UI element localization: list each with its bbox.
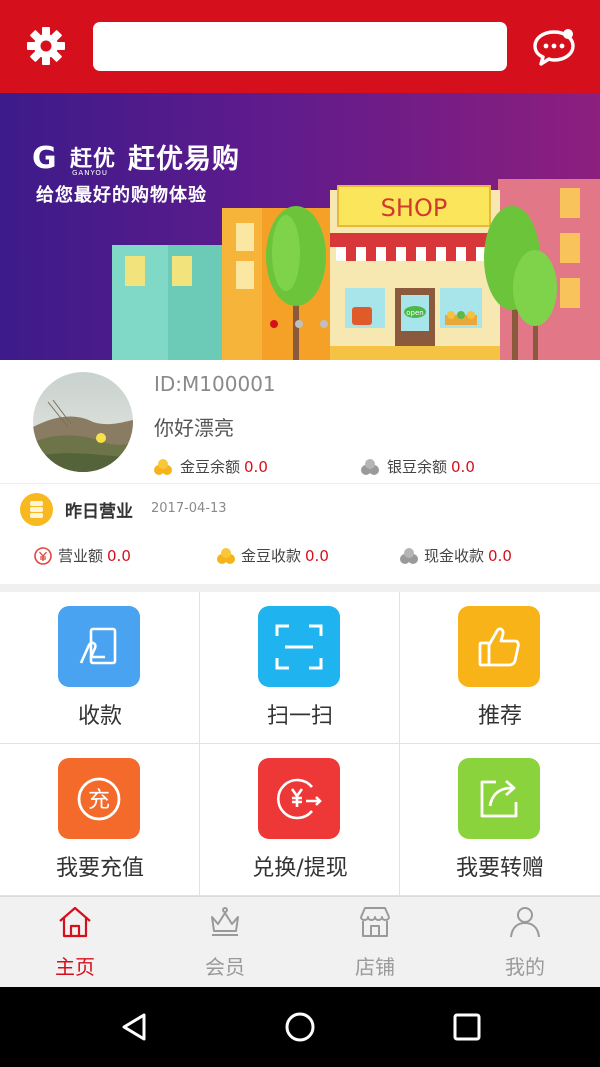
revenue-value: 0.0 bbox=[107, 546, 131, 565]
silver-bean-icon bbox=[361, 458, 379, 475]
nav-item-member[interactable]: 会员 bbox=[150, 897, 300, 988]
coin-stack-icon bbox=[20, 493, 53, 526]
silver-balance-value: 0.0 bbox=[451, 457, 475, 476]
recent-apps-icon[interactable] bbox=[449, 1009, 485, 1045]
silver-balance-label: 银豆余额 bbox=[387, 458, 448, 476]
banner-title: 赶优易购 bbox=[128, 144, 241, 175]
svg-text:充: 充 bbox=[88, 788, 110, 813]
search-input[interactable] bbox=[93, 22, 507, 71]
avatar[interactable] bbox=[33, 372, 133, 472]
back-icon[interactable] bbox=[116, 1009, 152, 1045]
nav-item-store[interactable]: 店铺 bbox=[300, 897, 450, 988]
carousel-indicator bbox=[270, 320, 328, 328]
revenue-stat: 营业额 0.0 bbox=[33, 545, 131, 566]
yesterday-title: 昨日营业 bbox=[65, 502, 133, 522]
silver-balance[interactable]: 银豆余额 0.0 bbox=[360, 456, 475, 477]
grid-label: 我要充值 bbox=[55, 856, 144, 881]
bottom-navigation: 主页 会员 店铺 我的 bbox=[0, 896, 600, 987]
gold-income-value: 0.0 bbox=[305, 546, 329, 565]
exchange-withdraw-icon bbox=[258, 758, 340, 839]
gold-income-label: 金豆收款 bbox=[241, 547, 302, 565]
share-transfer-icon bbox=[458, 758, 540, 839]
user-icon bbox=[510, 907, 540, 938]
nav-item-mine[interactable]: 我的 bbox=[450, 897, 600, 988]
grid-item-recharge[interactable]: 充 我要充值 bbox=[0, 744, 200, 896]
grid-label: 我要转赠 bbox=[455, 856, 544, 881]
nav-label: 会员 bbox=[205, 955, 245, 979]
user-id: ID:M100001 bbox=[154, 372, 276, 396]
nav-label: 店铺 bbox=[355, 955, 395, 979]
system-navigation-bar bbox=[0, 987, 600, 1067]
user-greeting: 你好漂亮 bbox=[154, 416, 234, 440]
profile-card: ID:M100001 你好漂亮 金豆余额 0.0 银豆余额 0.0 bbox=[0, 360, 600, 484]
section-divider bbox=[0, 584, 600, 592]
top-bar bbox=[0, 0, 600, 93]
home-icon bbox=[59, 906, 91, 938]
cash-income-value: 0.0 bbox=[488, 546, 512, 565]
gold-bean-icon bbox=[217, 547, 235, 564]
function-grid: 收款 扫一扫 推荐 充 我要充值 兑换/提现 我要转赠 bbox=[0, 592, 600, 896]
store-icon bbox=[360, 907, 390, 937]
banner-subtitle: 给您最好的购物体验 bbox=[36, 185, 207, 206]
grid-label: 推荐 bbox=[477, 704, 522, 729]
nav-label: 主页 bbox=[55, 955, 95, 979]
grid-item-scan[interactable]: 扫一扫 bbox=[200, 592, 400, 744]
home-button-icon[interactable] bbox=[282, 1009, 318, 1045]
carousel-dot[interactable] bbox=[320, 320, 328, 328]
chat-bubble-icon[interactable] bbox=[531, 26, 577, 68]
nav-item-home[interactable]: 主页 bbox=[0, 897, 150, 988]
promo-banner[interactable]: SHOP open G 赶优 赶优易购 GANYOU 给您最好的购物体验 bbox=[0, 93, 600, 360]
gold-bean-icon bbox=[154, 458, 172, 475]
grid-item-receive[interactable]: 收款 bbox=[0, 592, 200, 744]
svg-text:G: G bbox=[32, 142, 57, 172]
door-sign-text: open bbox=[406, 309, 423, 317]
logo-small-text: GANYOU bbox=[72, 169, 108, 177]
grid-item-transfer[interactable]: 我要转赠 bbox=[400, 744, 600, 896]
cash-income-label: 现金收款 bbox=[424, 547, 485, 565]
gold-balance-label: 金豆余额 bbox=[180, 458, 241, 476]
carousel-dot[interactable] bbox=[270, 320, 278, 328]
grid-label: 兑换/提现 bbox=[252, 856, 348, 881]
grid-label: 扫一扫 bbox=[266, 704, 333, 729]
shop-sign-text: SHOP bbox=[381, 194, 448, 222]
grid-label: 收款 bbox=[77, 704, 122, 729]
carousel-dot[interactable] bbox=[295, 320, 303, 328]
grid-item-recommend[interactable]: 推荐 bbox=[400, 592, 600, 744]
nav-label: 我的 bbox=[505, 955, 545, 979]
yen-circle-icon bbox=[34, 546, 52, 565]
receive-payment-icon bbox=[58, 606, 140, 687]
grid-item-exchange[interactable]: 兑换/提现 bbox=[200, 744, 400, 896]
cash-income-stat: 现金收款 0.0 bbox=[399, 545, 512, 566]
thumbs-up-icon bbox=[458, 606, 540, 687]
yesterday-business: 昨日营业 2017-04-13 营业额 0.0 金豆收款 0.0 现金收款 0.… bbox=[0, 484, 600, 584]
revenue-label: 营业额 bbox=[58, 547, 104, 565]
gold-balance[interactable]: 金豆余额 0.0 bbox=[153, 456, 268, 477]
logo-brand-text: 赶优 bbox=[70, 146, 117, 172]
yesterday-date: 2017-04-13 bbox=[151, 501, 227, 516]
gold-income-stat: 金豆收款 0.0 bbox=[216, 545, 329, 566]
crown-icon bbox=[211, 907, 239, 936]
ganyou-logo-icon: G bbox=[32, 142, 57, 172]
recharge-icon: 充 bbox=[58, 758, 140, 839]
gear-icon[interactable] bbox=[25, 25, 67, 67]
banner-logo: G 赶优 赶优易购 GANYOU bbox=[32, 137, 241, 178]
silver-bean-icon bbox=[400, 547, 418, 564]
scan-icon bbox=[258, 606, 340, 687]
gold-balance-value: 0.0 bbox=[244, 457, 268, 476]
